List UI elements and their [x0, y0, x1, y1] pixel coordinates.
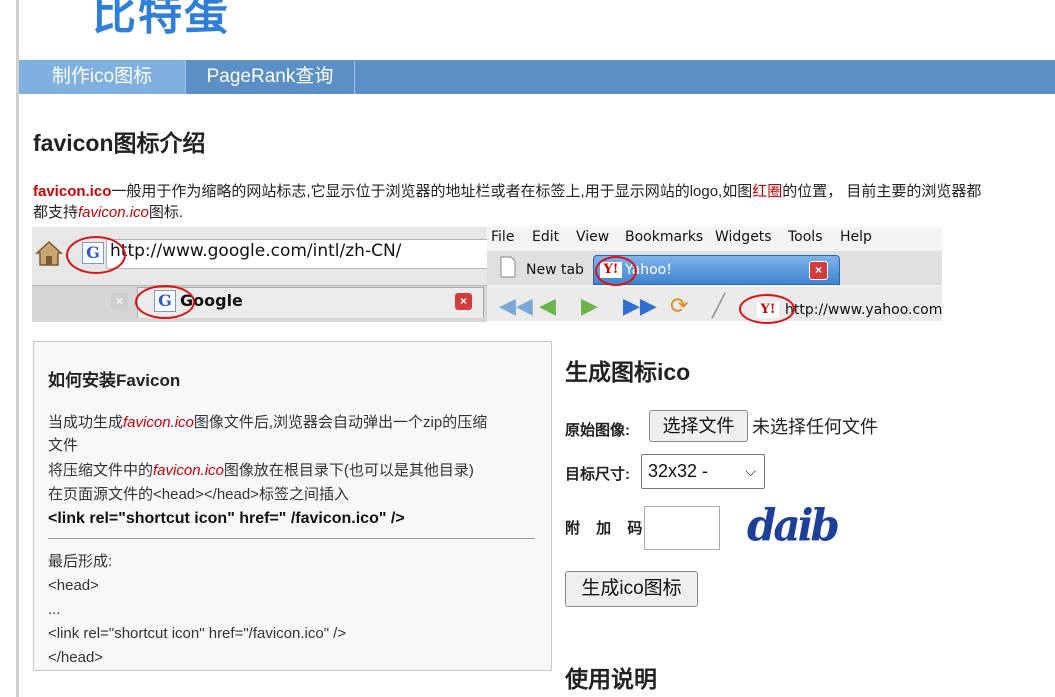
install-favicon-box: 如何安装Favicon 当成功生成favicon.ico图像文件后,浏览器会自动… — [33, 341, 552, 671]
nav-item-pagerank[interactable]: PageRank查询 — [186, 60, 355, 94]
target-size-label: 目标尺寸: — [565, 466, 630, 483]
yahoo-url: http://www.yahoo.com — [785, 302, 943, 318]
google-tab-close-icon: × — [455, 293, 472, 310]
new-tab-label: New tab — [526, 262, 584, 278]
intro-paragraph: favicon.ico一般用于作为缩略的网站标志,它显示位于浏览器的地址栏或者在… — [33, 183, 982, 221]
left-border — [0, 0, 19, 697]
generate-ico-button[interactable]: 生成ico图标 — [565, 571, 698, 607]
no-file-text: 未选择任何文件 — [752, 417, 878, 437]
nav-item-make-ico[interactable]: 制作ico图标 — [19, 60, 186, 94]
captcha-image[interactable]: daib — [747, 500, 840, 551]
new-tab-page-icon — [500, 256, 516, 278]
link-tag-code: <link rel="shortcut icon" href=" /favico… — [48, 510, 405, 527]
red-circle-mark — [135, 285, 195, 319]
main-nav: 制作ico图标 PageRank查询 — [19, 60, 1055, 94]
intro-heading: favicon图标介绍 — [33, 130, 206, 156]
red-circle-mark — [739, 294, 795, 324]
fast-forward-icon: ▶▶ — [623, 293, 657, 318]
yahoo-tab-close-icon: × — [809, 261, 828, 280]
target-size-select[interactable]: 32x32 - ⌵ — [641, 454, 765, 489]
captcha-input[interactable] — [644, 506, 720, 550]
browser-example-image: G http://www.google.com/intl/zh-CN/ × G … — [32, 227, 943, 324]
choose-file-button[interactable]: 选择文件 — [649, 410, 748, 442]
chevron-down-icon: ⌵ — [745, 463, 756, 479]
browser-menubar: File Edit View Bookmarks Widgets Tools H… — [487, 227, 942, 249]
source-image-label: 原始图像: — [565, 422, 630, 439]
install-title: 如何安装Favicon — [48, 371, 181, 390]
edit-pen-icon: ╱ — [712, 293, 726, 318]
generate-heading: 生成图标ico — [565, 359, 691, 385]
forward-arrow-icon: ▶ — [581, 293, 598, 318]
reload-icon: ⟳ — [670, 293, 689, 318]
home-icon — [35, 240, 63, 266]
favicon-brand-text: favicon.ico — [33, 183, 112, 200]
usage-heading: 使用说明 — [565, 666, 657, 692]
red-circle-mark — [66, 236, 126, 274]
divider — [48, 538, 535, 539]
inactive-tab-close-icon: × — [111, 293, 128, 310]
google-browser-example: G http://www.google.com/intl/zh-CN/ × G … — [32, 227, 493, 322]
site-logo[interactable]: 比特蛋 — [92, 0, 230, 42]
rewind-icon: ◀◀ — [499, 293, 533, 318]
google-url: http://www.google.com/intl/zh-CN/ — [110, 241, 402, 261]
red-circle-text: 红圈 — [752, 183, 783, 200]
red-circle-mark — [595, 256, 637, 286]
yahoo-browser-example: File Edit View Bookmarks Widgets Tools H… — [487, 227, 943, 324]
back-arrow-icon: ◀ — [539, 293, 556, 318]
